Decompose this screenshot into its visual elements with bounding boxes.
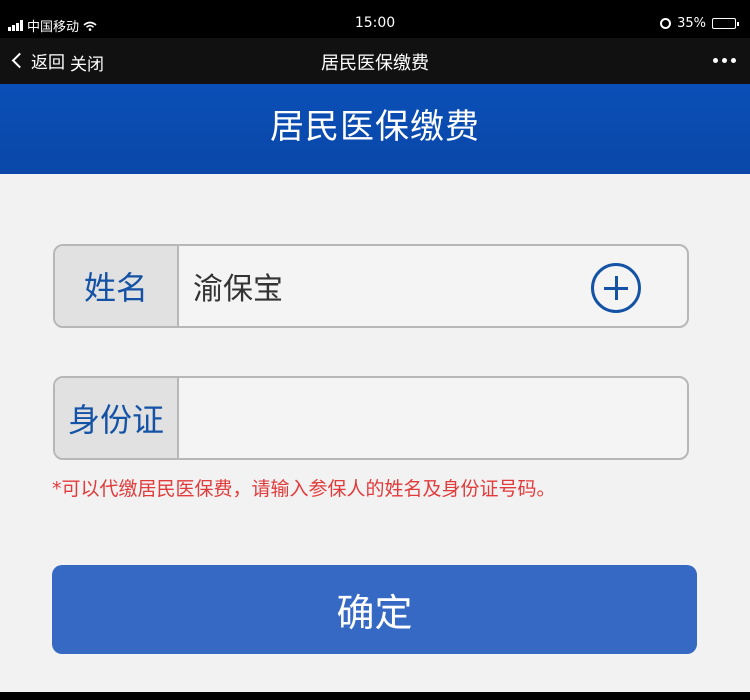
form-area: 姓名 身份证 *可以代缴居民医保费，请输入参保人的姓名及身份证号码。 确定 <box>0 174 750 692</box>
id-input[interactable] <box>179 378 687 458</box>
nav-title: 居民医保缴费 <box>321 53 429 74</box>
phone-screen: 中国移动 15:00 35% 返回 关闭 居民医保缴费 居民医保缴费 姓名 身份… <box>0 0 750 700</box>
page-title: 居民医保缴费 <box>270 107 480 147</box>
alarm-icon <box>660 18 672 29</box>
battery-percent: 35% <box>677 16 706 31</box>
more-menu-icon[interactable] <box>713 58 736 63</box>
name-field: 姓名 <box>53 244 689 328</box>
nav-bar: 返回 关闭 居民医保缴费 <box>0 38 750 84</box>
name-label: 姓名 <box>55 246 179 326</box>
add-person-icon[interactable] <box>591 263 641 313</box>
confirm-button[interactable]: 确定 <box>52 565 697 654</box>
status-time: 15:00 <box>354 15 396 31</box>
hint-text: *可以代缴居民医保费，请输入参保人的姓名及身份证号码。 <box>52 478 556 500</box>
battery-icon <box>712 18 739 29</box>
id-label: 身份证 <box>55 378 179 458</box>
id-field: 身份证 <box>53 376 689 460</box>
status-right: 35% <box>660 16 739 31</box>
status-bar: 中国移动 15:00 35% <box>0 10 750 38</box>
page-header: 居民医保缴费 <box>0 84 750 174</box>
